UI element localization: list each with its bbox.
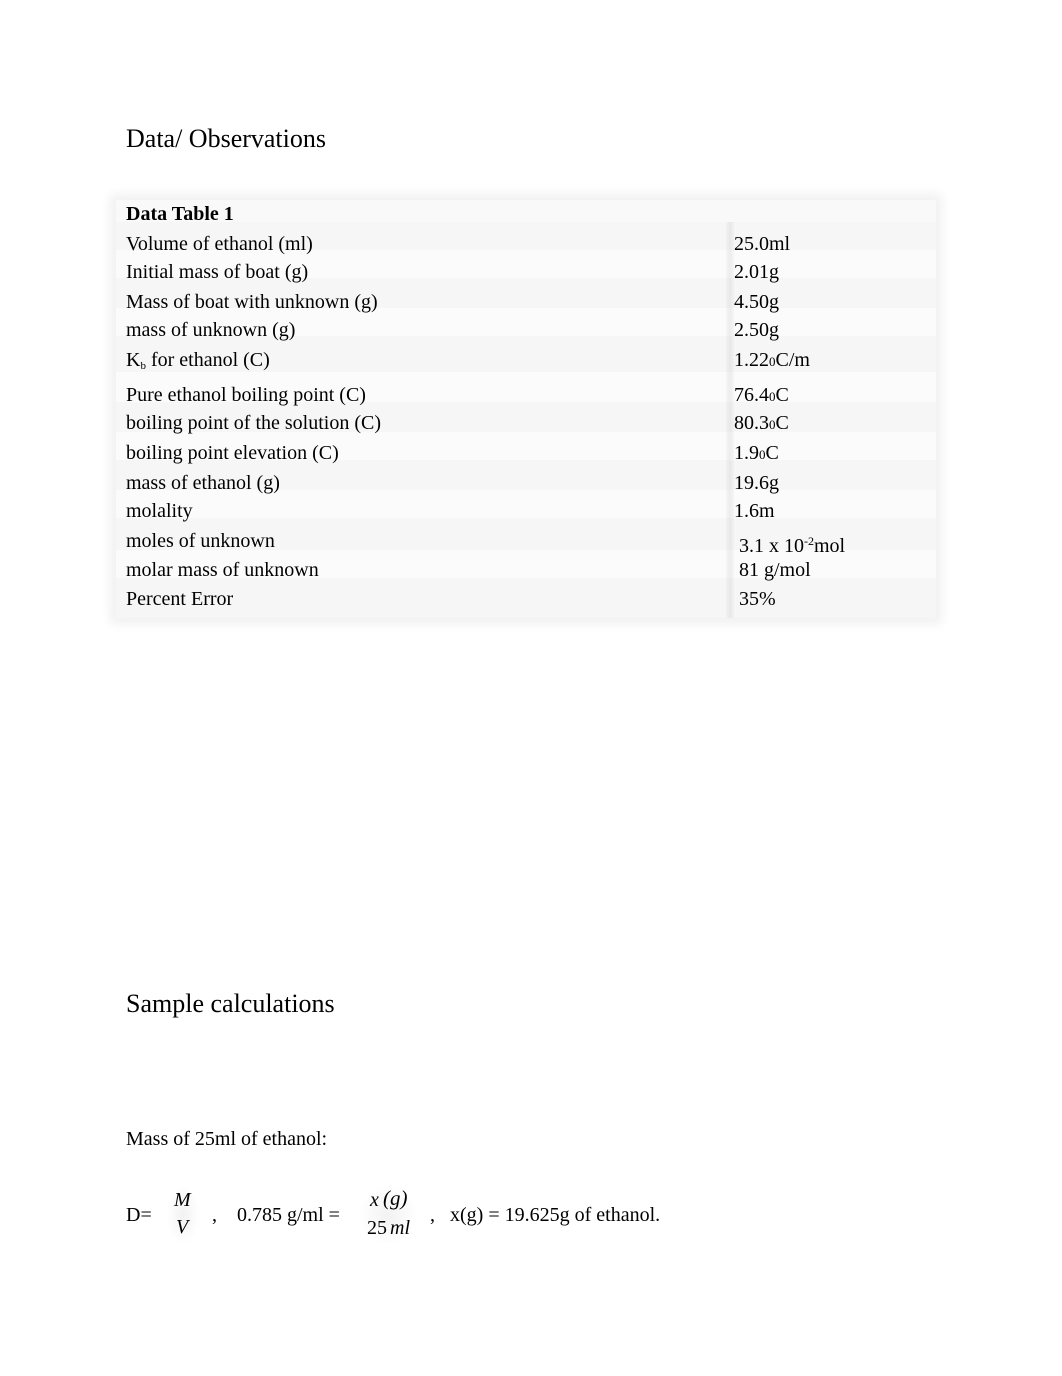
row-label: boiling point elevation (C) <box>126 442 339 464</box>
value-unit: C <box>775 412 789 434</box>
table-row: moles of unknown 3.1 x 10-2mol <box>126 529 926 557</box>
fraction-denominator-number: 25 <box>367 1217 387 1239</box>
density-symbol: D= <box>126 1204 152 1226</box>
table-row: boiling point of the solution (C) 80.30C <box>126 411 926 435</box>
row-value: 4.50g <box>734 291 779 313</box>
separator-comma: , <box>430 1204 435 1226</box>
value-unit: C/m <box>775 349 810 371</box>
row-value: 81 g/mol <box>739 559 811 581</box>
table-row: Volume of ethanol (ml) 25.0ml <box>126 232 926 256</box>
fraction-denominator-volume: V <box>176 1216 189 1238</box>
equation-result: x(g) = 19.625g of ethanol. <box>450 1204 661 1226</box>
label-prefix: K <box>126 349 141 371</box>
label-suffix: for ethanol (C) <box>145 349 270 371</box>
row-label: mass of unknown (g) <box>126 319 296 341</box>
fraction-denominator-unit: ml <box>390 1217 410 1239</box>
table-row: molality 1.6m <box>126 499 926 523</box>
section-heading-data-observations: Data/ Observations <box>126 124 327 153</box>
value-unit: C <box>775 384 789 406</box>
value-number: 80.3 <box>734 412 769 434</box>
row-value: 35% <box>739 588 776 610</box>
row-value: 3.1 x 10-2mol <box>739 529 845 558</box>
fraction-numerator-x: x <box>370 1189 379 1211</box>
row-label: molality <box>126 500 193 522</box>
section-heading-sample-calculations: Sample calculations <box>126 989 335 1018</box>
table-row: Percent Error 35% <box>126 587 926 611</box>
value-number: 1.9 <box>734 442 759 464</box>
row-label: boiling point of the solution (C) <box>126 412 381 434</box>
row-label: moles of unknown <box>126 530 275 552</box>
row-label: Initial mass of boat (g) <box>126 261 309 283</box>
row-label: Pure ethanol boiling point (C) <box>126 384 366 406</box>
value-number: 3.1 x 10 <box>739 535 804 557</box>
row-value: 2.50g <box>734 319 779 341</box>
fraction-numerator-unit: (g) <box>383 1186 408 1210</box>
row-value: 25.0ml <box>734 233 791 255</box>
table-row: molar mass of unknown 81 g/mol <box>126 558 926 582</box>
value-unit: mol <box>814 535 846 557</box>
table-row: Pure ethanol boiling point (C) 76.40C <box>126 383 926 407</box>
value-number: 1.22 <box>734 349 769 371</box>
separator-comma: , <box>212 1204 217 1226</box>
table-row: mass of unknown (g) 2.50g <box>126 318 926 342</box>
row-label: Kb for ethanol (C) <box>126 348 270 378</box>
row-label: molar mass of unknown <box>126 559 319 581</box>
table-row: boiling point elevation (C) 1.90C <box>126 441 926 465</box>
row-value: 80.30C <box>734 411 789 437</box>
row-value: 1.220C/m <box>734 348 810 374</box>
row-value: 2.01g <box>734 261 779 283</box>
row-value: 19.6g <box>734 472 779 494</box>
exponent-superscript: -2 <box>804 534 814 548</box>
row-value: 1.6m <box>734 500 775 522</box>
density-value: 0.785 g/ml = <box>237 1204 340 1226</box>
row-label: Volume of ethanol (ml) <box>126 233 313 255</box>
row-value: 76.40C <box>734 383 789 409</box>
table-row: Initial mass of boat (g) 2.01g <box>126 260 926 284</box>
value-number: 76.4 <box>734 384 769 406</box>
table-row: Kb for ethanol (C) 1.220C/m <box>126 348 926 372</box>
value-unit: C <box>765 442 779 464</box>
calculation-label: Mass of 25ml of ethanol: <box>126 1128 328 1150</box>
row-value: 1.90C <box>734 441 779 467</box>
fraction-numerator-mass: M <box>174 1189 191 1211</box>
table-band <box>116 200 936 222</box>
row-label: mass of ethanol (g) <box>126 472 280 494</box>
table-row: mass of ethanol (g) 19.6g <box>126 471 926 495</box>
table-title: Data Table 1 <box>126 203 234 225</box>
row-label: Percent Error <box>126 588 234 610</box>
table-row: Mass of boat with unknown (g) 4.50g <box>126 290 926 314</box>
row-label: Mass of boat with unknown (g) <box>126 291 378 313</box>
